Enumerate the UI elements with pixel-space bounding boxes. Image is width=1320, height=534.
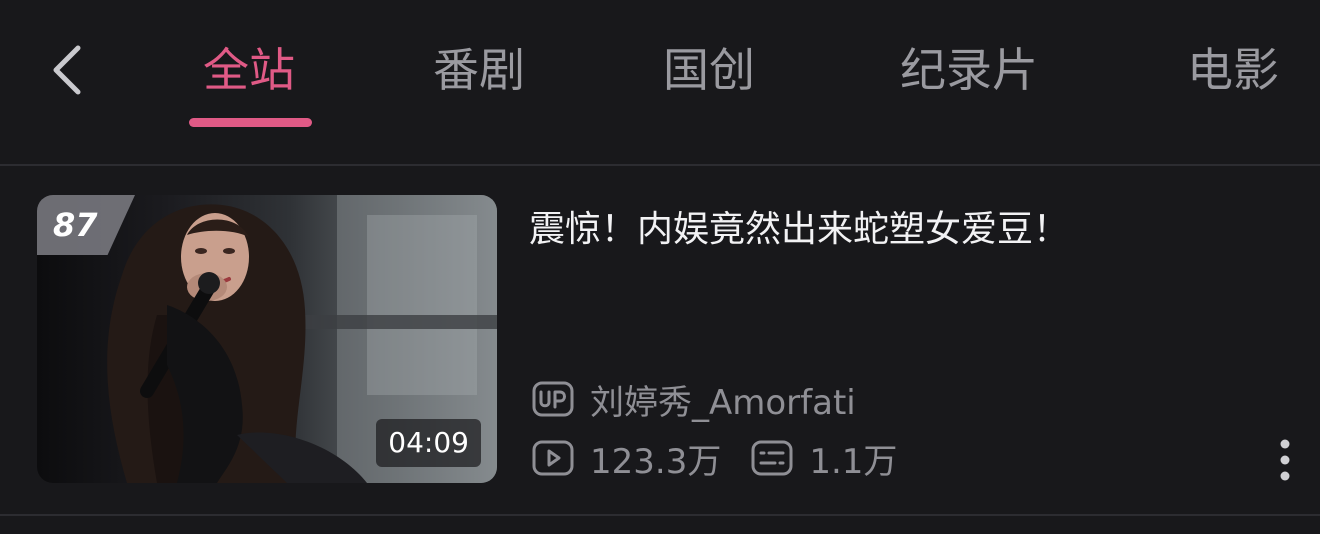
- tab-all[interactable]: 全站: [203, 40, 295, 100]
- up-badge-icon: [532, 381, 574, 417]
- play-count-icon: [532, 440, 574, 476]
- card-divider: [0, 514, 1320, 516]
- danmaku-icon: [751, 440, 793, 476]
- danmaku-count: 1.1万: [809, 441, 898, 482]
- uploader-name: 刘婷秀_Amorfati: [590, 382, 856, 423]
- more-vertical-icon: [1280, 439, 1290, 481]
- back-button[interactable]: [44, 40, 94, 100]
- stats-row: 123.3万 1.1万: [532, 436, 898, 482]
- top-navigation: 全站 番剧 国创 纪录片 电影: [0, 0, 1320, 164]
- video-thumbnail[interactable]: 87 04:09: [37, 195, 497, 483]
- tab-guochuang[interactable]: 国创: [663, 40, 755, 100]
- play-count: 123.3万: [590, 441, 722, 482]
- tab-anime[interactable]: 番剧: [433, 40, 525, 100]
- chevron-left-icon: [53, 45, 81, 95]
- tab-documentary[interactable]: 纪录片: [900, 40, 1038, 100]
- video-card[interactable]: 87 04:09 震惊！内娱竟然出来蛇塑女爱豆！ 刘婷秀_Amorfati 12…: [0, 166, 1320, 514]
- tab-movie[interactable]: 电影: [1187, 40, 1279, 100]
- more-options-button[interactable]: [1270, 436, 1300, 484]
- video-title[interactable]: 震惊！内娱竟然出来蛇塑女爱豆！: [529, 206, 1249, 254]
- active-tab-indicator: [189, 118, 312, 127]
- uploader-row[interactable]: 刘婷秀_Amorfati: [532, 377, 856, 423]
- duration-badge: 04:09: [376, 419, 481, 467]
